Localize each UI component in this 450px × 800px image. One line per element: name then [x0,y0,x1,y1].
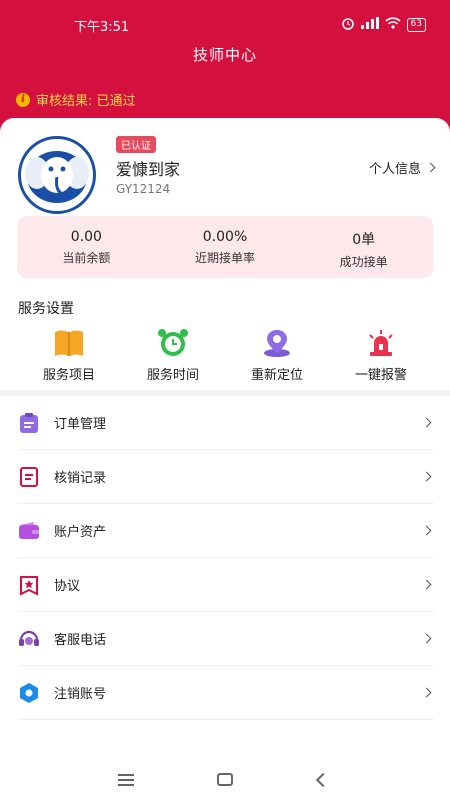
status-time: 下午3:51 [74,20,130,35]
stat-order-rate[interactable]: 0.00% 近期接单率 [156,216,295,278]
info-icon: i [16,92,30,107]
personal-info-label: 个人信息 [368,162,421,177]
status-icons: 63 [341,16,426,33]
menu-item-customer-service[interactable]: 客服电话 [18,612,434,666]
menu-label: 账户资产 [54,525,107,540]
chevron-right-icon [421,579,432,590]
hexagon-icon [18,682,40,704]
avatar[interactable] [18,136,96,214]
status-bar: 下午3:51 63 [0,0,450,50]
menu-item-cancel-account[interactable]: 注销账号 [18,666,434,720]
menu-label: 协议 [54,579,81,594]
battery-icon: 63 [406,17,426,32]
alarm-clock-icon [157,328,189,358]
stat-value: 0.00 [70,229,102,245]
relocate-button[interactable]: 重新定位 [225,328,329,383]
home-icon[interactable] [217,773,233,786]
user-id: GY12124 [116,182,171,196]
menu-item-order-management[interactable]: 订单管理 [18,396,434,450]
stat-label: 当前余额 [62,251,111,265]
main-card: 已认证 爱慷到家 GY12124 个人信息 0.00 当前余额 0.00% 近期… [0,118,450,800]
menu-label: 核销记录 [54,471,107,486]
headset-icon [18,628,40,650]
emergency-alarm-button[interactable]: 一键报警 [329,328,433,383]
alarm-icon [341,16,355,33]
stat-value: 0单 [352,232,376,248]
document-icon [18,466,40,488]
agreement-icon [18,574,40,596]
recent-apps-icon[interactable] [118,774,134,786]
verified-badge: 已认证 [116,136,156,153]
menu-label: 注销账号 [54,687,107,702]
service-settings-title: 服务设置 [18,301,74,317]
service-label: 重新定位 [250,368,303,383]
stat-value: 0.00% [202,229,248,245]
review-status: i 审核结果: 已通过 [16,90,136,109]
service-settings: 服务项目 服务时间 重新定位 一键报警 [0,328,450,383]
service-items-button[interactable]: 服务项目 [17,328,121,383]
chevron-right-icon [421,687,432,698]
menu-item-verification-records[interactable]: 核销记录 [18,450,434,504]
back-icon[interactable] [315,772,331,788]
menu-item-agreement[interactable]: 协议 [18,558,434,612]
system-nav-bar [0,760,450,800]
review-text: 审核结果: 已通过 [36,94,136,109]
menu-label: 客服电话 [54,633,107,648]
signal-icon [360,17,379,32]
personal-info-link[interactable]: 个人信息 [368,158,436,177]
stat-label: 近期接单率 [195,251,256,265]
menu-label: 订单管理 [54,417,107,432]
chevron-right-icon [421,525,432,536]
service-label: 一键报警 [354,368,407,383]
menu-item-account-assets[interactable]: 账户资产 [18,504,434,558]
menu-list: 订单管理 核销记录 账户资产 协议 客服电话 注销账号 [0,396,450,720]
chevron-right-icon [421,633,432,644]
chevron-right-icon [421,417,432,428]
book-icon [53,328,85,358]
stat-balance[interactable]: 0.00 当前余额 [17,216,156,278]
wallet-icon [18,520,40,542]
chevron-right-icon [425,162,436,173]
user-name: 爱慷到家 [116,160,181,179]
service-label: 服务时间 [146,368,199,383]
clipboard-icon [18,412,40,434]
elephant-logo-icon [25,151,89,203]
page-title: 技师中心 [192,46,257,64]
chevron-right-icon [421,471,432,482]
wifi-icon [384,17,401,32]
stat-completed-orders[interactable]: 0单 成功接单 [294,216,433,278]
siren-icon [365,328,397,358]
service-label: 服务项目 [42,368,95,383]
location-pin-icon [261,328,293,358]
service-time-button[interactable]: 服务时间 [121,328,225,383]
stat-label: 成功接单 [339,255,388,269]
stats-panel: 0.00 当前余额 0.00% 近期接单率 0单 成功接单 [17,216,433,278]
